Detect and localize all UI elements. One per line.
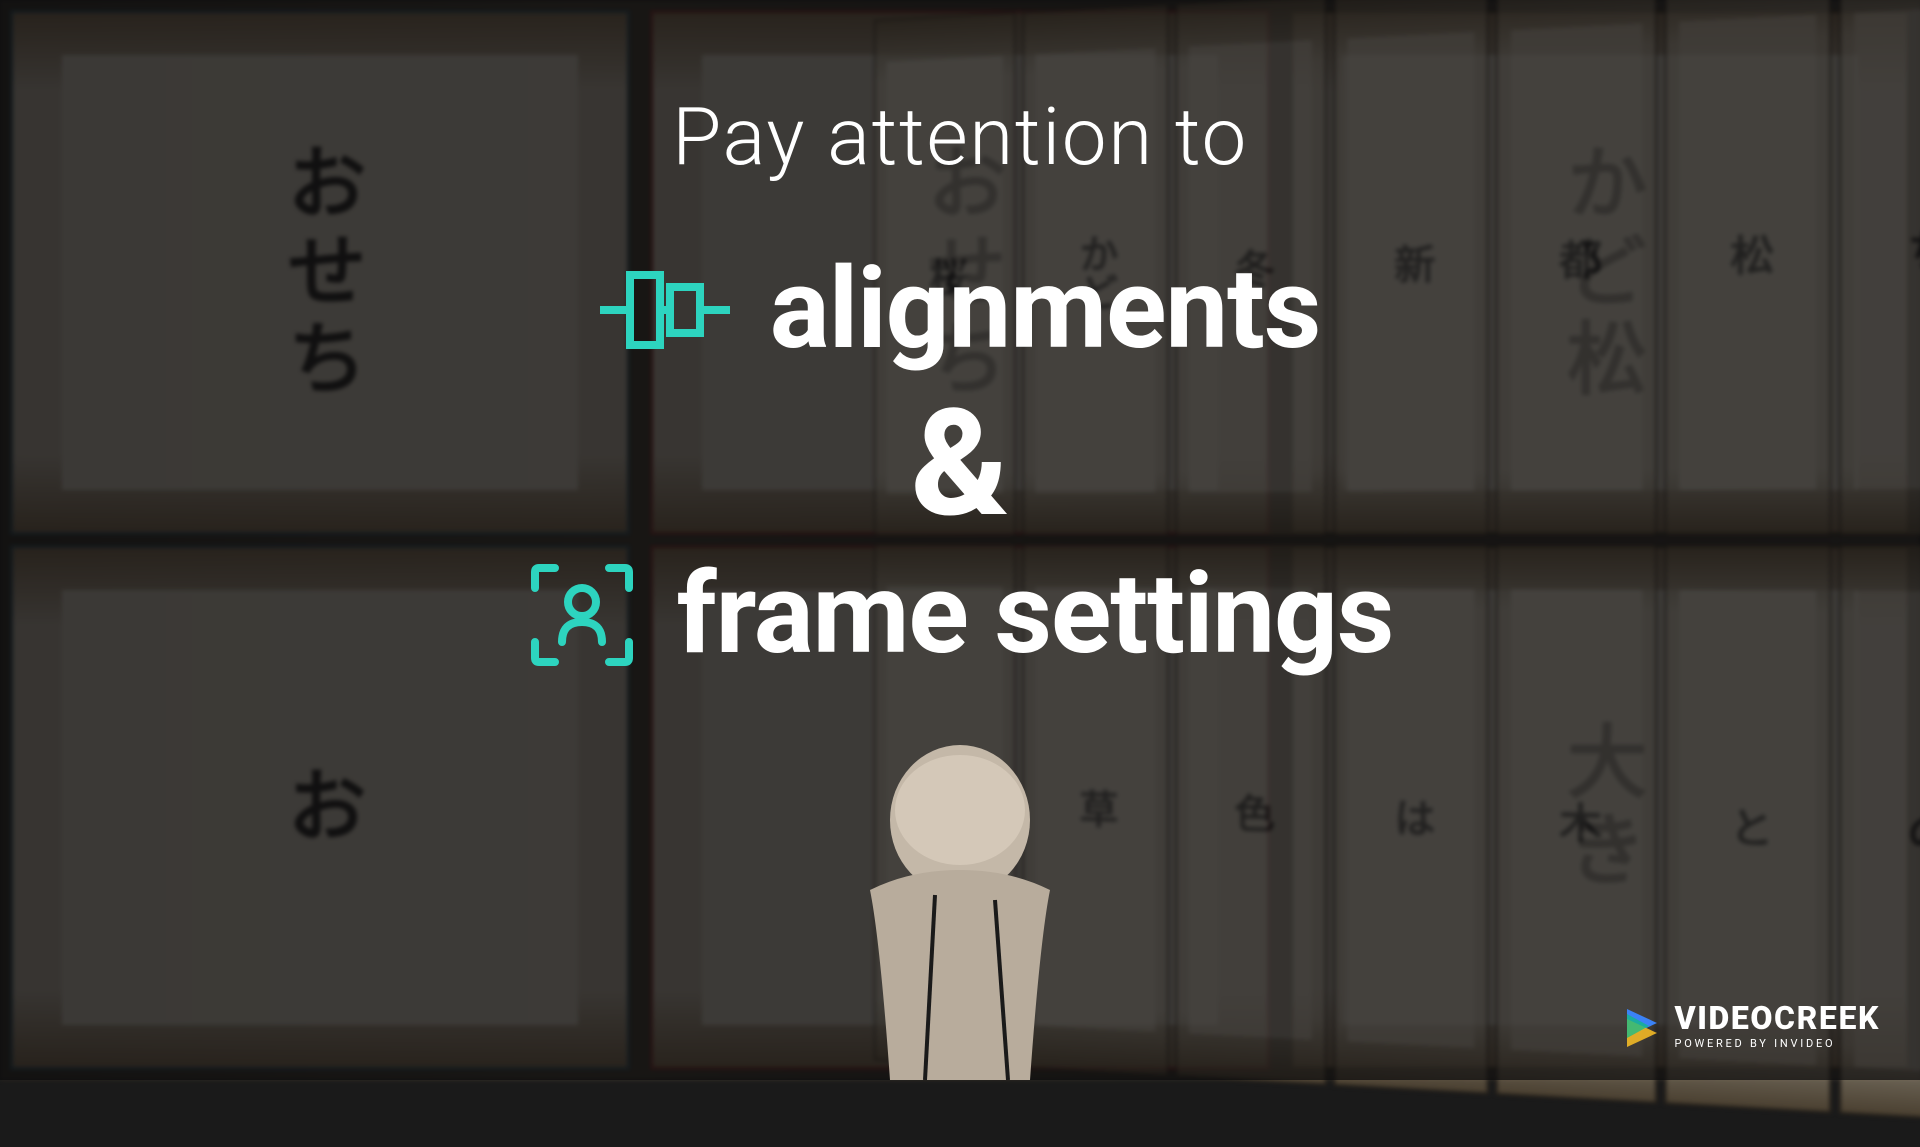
logo-icon (1621, 1005, 1663, 1047)
brand-logo: VIDEOCREEK POWERED BY INVIDEO (1621, 1002, 1881, 1050)
logo-tagline: POWERED BY INVIDEO (1675, 1037, 1881, 1050)
alignments-text: alignments (770, 254, 1321, 366)
frame-settings-text: frame settings (677, 559, 1394, 671)
ampersand-text: & (911, 391, 1010, 539)
main-content: Pay attention to alignments & frame sett… (0, 0, 1920, 1080)
frame-person-icon (527, 560, 637, 670)
heading-text: Pay attention to (672, 90, 1248, 184)
alignment-icon (600, 265, 730, 355)
logo-text-container: VIDEOCREEK POWERED BY INVIDEO (1675, 1002, 1881, 1050)
logo-brand-name: VIDEOCREEK (1675, 1002, 1881, 1034)
frame-settings-line: frame settings (527, 559, 1394, 671)
alignments-line: alignments (600, 254, 1321, 366)
